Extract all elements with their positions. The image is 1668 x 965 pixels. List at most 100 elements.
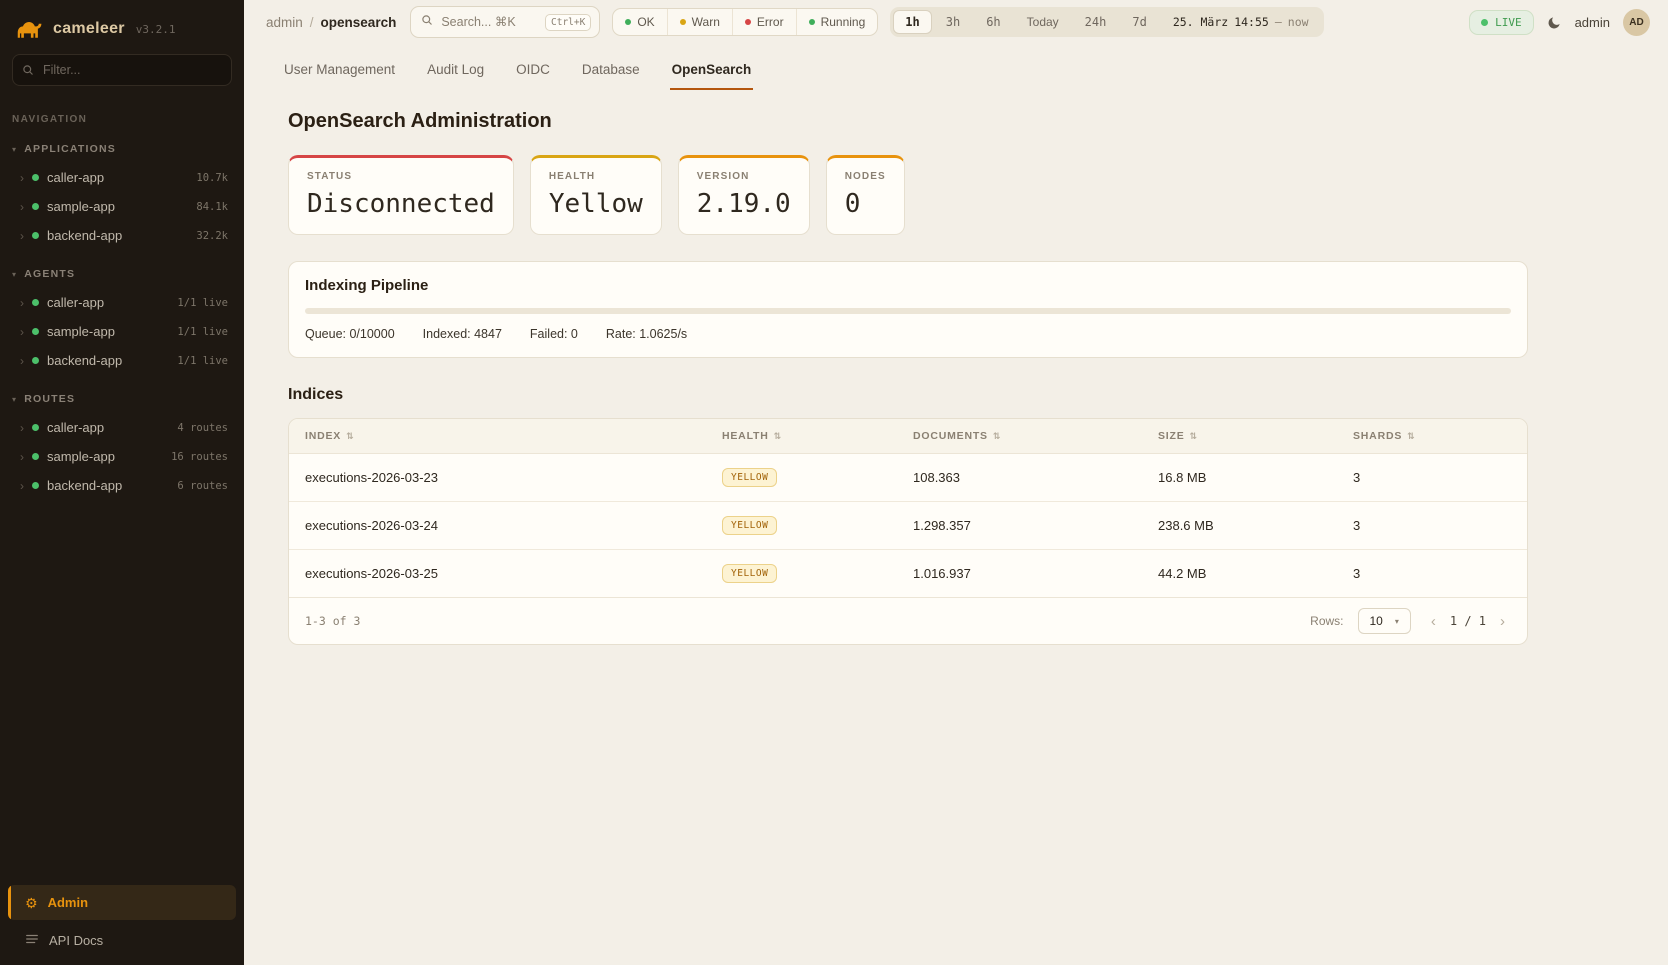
- sidebar-item-agent-caller[interactable]: › caller-app 1/1 live: [0, 288, 244, 317]
- sidebar-item-label: sample-app: [47, 199, 115, 214]
- status-dot: [32, 299, 39, 306]
- prev-page-button[interactable]: ‹: [1425, 612, 1442, 631]
- chevron-down-icon: ▾: [12, 145, 17, 154]
- time-range-1h[interactable]: 1h: [893, 10, 931, 34]
- column-header-size[interactable]: SIZE ⇅: [1142, 419, 1337, 453]
- sidebar-item-route-sample[interactable]: › sample-app 16 routes: [0, 442, 244, 471]
- table-footer-controls: Rows: 10 ▾ ‹ 1 / 1 ›: [1310, 608, 1511, 634]
- topbar: admin / opensearch Ctrl+K OK Warn: [244, 0, 1668, 44]
- sidebar-item-app-sample[interactable]: › sample-app 84.1k: [0, 192, 244, 221]
- status-filter-error[interactable]: Error: [732, 9, 796, 35]
- count-badge: 1/1 live: [177, 326, 228, 338]
- sidebar-item-admin[interactable]: ⚙ Admin: [8, 885, 236, 920]
- time-range-display[interactable]: 25. März 14:55 — now: [1161, 15, 1321, 29]
- pipeline-progress-bar: [305, 308, 1511, 314]
- breadcrumb-current: opensearch: [321, 15, 397, 30]
- column-label: SIZE: [1158, 430, 1185, 442]
- next-page-button[interactable]: ›: [1494, 612, 1511, 631]
- row-range-info: 1-3 of 3: [305, 614, 360, 628]
- page-title: OpenSearch Administration: [288, 110, 1624, 133]
- table-row[interactable]: executions-2026-03-25 YELLOW 1.016.937 4…: [289, 550, 1527, 597]
- breadcrumb: admin / opensearch: [266, 15, 396, 30]
- time-range-3h[interactable]: 3h: [934, 10, 972, 34]
- cell-health: YELLOW: [706, 454, 897, 501]
- gear-icon: ⚙: [25, 896, 38, 910]
- chevron-right-icon: ›: [20, 326, 24, 338]
- search-input[interactable]: [441, 15, 537, 29]
- tab-database[interactable]: Database: [580, 54, 642, 90]
- sidebar-item-label: API Docs: [49, 933, 103, 948]
- range-separator: —: [1275, 15, 1282, 29]
- stat-label: STATUS: [307, 171, 495, 182]
- status-filter-ok[interactable]: OK: [613, 9, 666, 35]
- sidebar-item-label: caller-app: [47, 170, 104, 185]
- stat-card-nodes: NODES 0: [826, 155, 905, 235]
- stat-value: 0: [845, 189, 886, 219]
- breadcrumb-root[interactable]: admin: [266, 15, 303, 30]
- tab-user-management[interactable]: User Management: [282, 54, 397, 90]
- sidebar-nav: NAVIGATION ▾ APPLICATIONS › caller-app 1…: [0, 100, 244, 877]
- status-dot: [625, 19, 631, 25]
- tab-oidc[interactable]: OIDC: [514, 54, 552, 90]
- logo: cameleer v3.2.1: [0, 0, 244, 54]
- stat-label: VERSION: [697, 171, 791, 182]
- sidebar-footer: ⚙ Admin API Docs: [0, 877, 244, 965]
- sidebar-item-agent-backend[interactable]: › backend-app 1/1 live: [0, 346, 244, 375]
- column-header-shards[interactable]: SHARDS ⇅: [1337, 419, 1527, 453]
- cameleer-logo-icon: [16, 18, 44, 40]
- app-window: cameleer v3.2.1 NAVIGATION ▾ APPLICATION…: [0, 0, 1668, 965]
- column-label: INDEX: [305, 430, 341, 442]
- avatar[interactable]: AD: [1623, 9, 1650, 36]
- time-range-6h[interactable]: 6h: [974, 10, 1012, 34]
- sidebar-item-label: sample-app: [47, 324, 115, 339]
- sidebar-item-route-backend[interactable]: › backend-app 6 routes: [0, 471, 244, 500]
- cell-index: executions-2026-03-25: [289, 552, 706, 595]
- stat-card-version: VERSION 2.19.0: [678, 155, 810, 235]
- pipeline-stat-queue: Queue: 0/10000: [305, 327, 395, 341]
- status-dot: [32, 357, 39, 364]
- sidebar-item-api-docs[interactable]: API Docs: [8, 920, 236, 953]
- sidebar-filter: [12, 54, 232, 86]
- chevron-right-icon: ›: [20, 201, 24, 213]
- count-badge: 10.7k: [196, 172, 228, 184]
- sort-icon: ⇅: [993, 431, 1001, 442]
- time-range-today[interactable]: Today: [1015, 10, 1071, 34]
- count-badge: 1/1 live: [177, 355, 228, 367]
- filter-input[interactable]: [12, 54, 232, 86]
- tab-opensearch[interactable]: OpenSearch: [670, 54, 754, 90]
- cell-shards: 3: [1337, 504, 1527, 547]
- live-toggle[interactable]: LIVE: [1469, 10, 1534, 35]
- cell-documents: 1.298.357: [897, 504, 1142, 547]
- sidebar-item-app-backend[interactable]: › backend-app 32.2k: [0, 221, 244, 250]
- table-row[interactable]: executions-2026-03-24 YELLOW 1.298.357 2…: [289, 502, 1527, 550]
- status-filter-warn[interactable]: Warn: [667, 9, 732, 35]
- stat-card-status: STATUS Disconnected: [288, 155, 514, 235]
- section-header-routes[interactable]: ▾ ROUTES: [0, 385, 244, 413]
- time-range-24h[interactable]: 24h: [1073, 10, 1119, 34]
- user-menu[interactable]: admin: [1575, 15, 1610, 30]
- table-row[interactable]: executions-2026-03-23 YELLOW 108.363 16.…: [289, 454, 1527, 502]
- search-icon: [22, 63, 34, 81]
- stat-card-health: HEALTH Yellow: [530, 155, 662, 235]
- status-filter-running[interactable]: Running: [796, 9, 878, 35]
- section-header-agents[interactable]: ▾ AGENTS: [0, 260, 244, 288]
- status-dot: [32, 424, 39, 431]
- sidebar-item-route-caller[interactable]: › caller-app 4 routes: [0, 413, 244, 442]
- status-dot: [745, 19, 751, 25]
- theme-toggle[interactable]: [1547, 15, 1562, 30]
- tab-audit-log[interactable]: Audit Log: [425, 54, 486, 90]
- table-body: executions-2026-03-23 YELLOW 108.363 16.…: [289, 454, 1527, 597]
- sidebar-item-app-caller[interactable]: › caller-app 10.7k: [0, 163, 244, 192]
- sidebar-item-agent-sample[interactable]: › sample-app 1/1 live: [0, 317, 244, 346]
- rows-per-page-select[interactable]: 10 ▾: [1358, 608, 1411, 634]
- column-header-health[interactable]: HEALTH ⇅: [706, 419, 897, 453]
- section-header-applications[interactable]: ▾ APPLICATIONS: [0, 135, 244, 163]
- count-badge: 4 routes: [177, 422, 228, 434]
- time-range-7d[interactable]: 7d: [1120, 10, 1158, 34]
- cell-health: YELLOW: [706, 550, 897, 597]
- column-header-index[interactable]: INDEX ⇅: [289, 419, 706, 453]
- live-dot: [1481, 19, 1488, 26]
- column-header-documents[interactable]: DOCUMENTS ⇅: [897, 419, 1142, 453]
- cell-index: executions-2026-03-24: [289, 504, 706, 547]
- moon-icon: [1547, 15, 1562, 30]
